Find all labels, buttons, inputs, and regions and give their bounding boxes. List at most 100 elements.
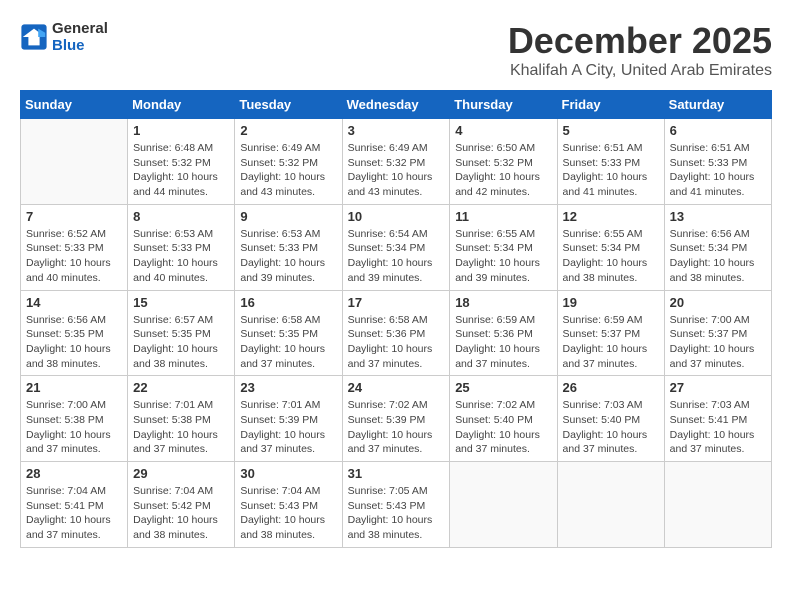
calendar-cell: 25 Sunrise: 7:02 AMSunset: 5:40 PMDayligh… bbox=[450, 376, 557, 462]
calendar-cell: 3Sunrise: 6:49 AMSunset: 5:32 PMDaylight… bbox=[342, 119, 450, 205]
day-info: Sunrise: 6:56 AMSunset: 5:34 PMDaylight:… bbox=[670, 227, 766, 286]
day-number: 12 bbox=[563, 209, 659, 224]
day-number: 31 bbox=[348, 466, 445, 481]
day-number: 17 bbox=[348, 295, 445, 310]
day-number: 2 bbox=[240, 123, 336, 138]
calendar-cell bbox=[450, 462, 557, 548]
calendar-cell: 20Sunrise: 7:00 AMSunset: 5:37 PMDayligh… bbox=[664, 290, 771, 376]
calendar-cell: 23 Sunrise: 7:01 AMSunset: 5:39 PMDayligh… bbox=[235, 376, 342, 462]
weekday-header-row: SundayMondayTuesdayWednesdayThursdayFrid… bbox=[21, 91, 772, 119]
day-number: 28 bbox=[26, 466, 122, 481]
day-info: Sunrise: 6:59 AMSunset: 5:37 PMDaylight:… bbox=[563, 313, 659, 372]
day-number: 30 bbox=[240, 466, 336, 481]
day-number: 24 bbox=[348, 380, 445, 395]
day-info: Sunrise: 7:01 AMSunset: 5:38 PMDaylight:… bbox=[133, 398, 229, 457]
week-row-2: 7 Sunrise: 6:52 AMSunset: 5:33 PMDaylight… bbox=[21, 204, 772, 290]
day-info: Sunrise: 6:54 AMSunset: 5:34 PMDaylight:… bbox=[348, 227, 445, 286]
day-info: Sunrise: 7:01 AMSunset: 5:39 PMDaylight:… bbox=[240, 398, 336, 457]
weekday-header-monday: Monday bbox=[128, 91, 235, 119]
day-number: 10 bbox=[348, 209, 445, 224]
weekday-header-friday: Friday bbox=[557, 91, 664, 119]
day-number: 15 bbox=[133, 295, 229, 310]
day-info: Sunrise: 6:51 AMSunset: 5:33 PMDaylight:… bbox=[563, 141, 659, 200]
week-row-5: 28Sunrise: 7:04 AMSunset: 5:41 PMDayligh… bbox=[21, 462, 772, 548]
weekday-header-thursday: Thursday bbox=[450, 91, 557, 119]
day-number: 29 bbox=[133, 466, 229, 481]
day-info: Sunrise: 6:51 AMSunset: 5:33 PMDaylight:… bbox=[670, 141, 766, 200]
day-info: Sunrise: 6:50 AMSunset: 5:32 PMDaylight:… bbox=[455, 141, 551, 200]
calendar-cell: 30 Sunrise: 7:04 AMSunset: 5:43 PMDayligh… bbox=[235, 462, 342, 548]
day-number: 25 bbox=[455, 380, 551, 395]
day-info: Sunrise: 7:04 AMSunset: 5:42 PMDaylight:… bbox=[133, 484, 229, 543]
day-info: Sunrise: 6:57 AMSunset: 5:35 PMDaylight:… bbox=[133, 313, 229, 372]
day-info: Sunrise: 6:55 AMSunset: 5:34 PMDaylight:… bbox=[455, 227, 551, 286]
logo-icon bbox=[20, 23, 48, 51]
day-info: Sunrise: 6:53 AMSunset: 5:33 PMDaylight:… bbox=[240, 227, 336, 286]
day-number: 1 bbox=[133, 123, 229, 138]
calendar-table: SundayMondayTuesdayWednesdayThursdayFrid… bbox=[20, 90, 772, 548]
day-info: Sunrise: 6:58 AMSunset: 5:35 PMDaylight:… bbox=[240, 313, 336, 372]
logo: General Blue bbox=[20, 20, 108, 54]
day-number: 7 bbox=[26, 209, 122, 224]
day-info: Sunrise: 6:55 AMSunset: 5:34 PMDaylight:… bbox=[563, 227, 659, 286]
calendar-cell: 8 Sunrise: 6:53 AMSunset: 5:33 PMDaylight… bbox=[128, 204, 235, 290]
day-info: Sunrise: 7:04 AMSunset: 5:43 PMDaylight:… bbox=[240, 484, 336, 543]
day-info: Sunrise: 7:02 AMSunset: 5:40 PMDaylight:… bbox=[455, 398, 551, 457]
calendar-cell: 6 Sunrise: 6:51 AMSunset: 5:33 PMDaylight… bbox=[664, 119, 771, 205]
title-section: December 2025 Khalifah A City, United Ar… bbox=[508, 20, 772, 80]
calendar-cell: 7 Sunrise: 6:52 AMSunset: 5:33 PMDaylight… bbox=[21, 204, 128, 290]
calendar-cell: 5 Sunrise: 6:51 AMSunset: 5:33 PMDaylight… bbox=[557, 119, 664, 205]
day-number: 14 bbox=[26, 295, 122, 310]
day-info: Sunrise: 7:03 AMSunset: 5:41 PMDaylight:… bbox=[670, 398, 766, 457]
calendar-cell: 22Sunrise: 7:01 AMSunset: 5:38 PMDayligh… bbox=[128, 376, 235, 462]
week-row-4: 21 Sunrise: 7:00 AMSunset: 5:38 PMDayligh… bbox=[21, 376, 772, 462]
calendar-cell: 2 Sunrise: 6:49 AMSunset: 5:32 PMDaylight… bbox=[235, 119, 342, 205]
day-number: 13 bbox=[670, 209, 766, 224]
day-info: Sunrise: 6:59 AMSunset: 5:36 PMDaylight:… bbox=[455, 313, 551, 372]
calendar-cell: 24 Sunrise: 7:02 AMSunset: 5:39 PMDayligh… bbox=[342, 376, 450, 462]
day-number: 21 bbox=[26, 380, 122, 395]
day-info: Sunrise: 6:49 AMSunset: 5:32 PMDaylight:… bbox=[240, 141, 336, 200]
day-info: Sunrise: 6:52 AMSunset: 5:33 PMDaylight:… bbox=[26, 227, 122, 286]
calendar-cell: 18 Sunrise: 6:59 AMSunset: 5:36 PMDayligh… bbox=[450, 290, 557, 376]
day-number: 16 bbox=[240, 295, 336, 310]
week-row-1: 1Sunrise: 6:48 AMSunset: 5:32 PMDaylight… bbox=[21, 119, 772, 205]
calendar-cell: 17 Sunrise: 6:58 AMSunset: 5:36 PMDayligh… bbox=[342, 290, 450, 376]
day-info: Sunrise: 7:00 AMSunset: 5:38 PMDaylight:… bbox=[26, 398, 122, 457]
calendar-cell: 29 Sunrise: 7:04 AMSunset: 5:42 PMDayligh… bbox=[128, 462, 235, 548]
day-number: 11 bbox=[455, 209, 551, 224]
day-info: Sunrise: 7:03 AMSunset: 5:40 PMDaylight:… bbox=[563, 398, 659, 457]
weekday-header-tuesday: Tuesday bbox=[235, 91, 342, 119]
calendar-cell: 27Sunrise: 7:03 AMSunset: 5:41 PMDayligh… bbox=[664, 376, 771, 462]
logo-text: General Blue bbox=[52, 20, 108, 54]
day-number: 5 bbox=[563, 123, 659, 138]
week-row-3: 14Sunrise: 6:56 AMSunset: 5:35 PMDayligh… bbox=[21, 290, 772, 376]
day-number: 19 bbox=[563, 295, 659, 310]
calendar-cell: 12 Sunrise: 6:55 AMSunset: 5:34 PMDayligh… bbox=[557, 204, 664, 290]
calendar-cell: 28Sunrise: 7:04 AMSunset: 5:41 PMDayligh… bbox=[21, 462, 128, 548]
day-number: 6 bbox=[670, 123, 766, 138]
day-info: Sunrise: 7:05 AMSunset: 5:43 PMDaylight:… bbox=[348, 484, 445, 543]
day-number: 26 bbox=[563, 380, 659, 395]
location-subtitle: Khalifah A City, United Arab Emirates bbox=[508, 62, 772, 80]
day-info: Sunrise: 6:58 AMSunset: 5:36 PMDaylight:… bbox=[348, 313, 445, 372]
day-number: 23 bbox=[240, 380, 336, 395]
day-info: Sunrise: 6:53 AMSunset: 5:33 PMDaylight:… bbox=[133, 227, 229, 286]
day-number: 3 bbox=[348, 123, 445, 138]
weekday-header-saturday: Saturday bbox=[664, 91, 771, 119]
calendar-cell bbox=[21, 119, 128, 205]
month-title: December 2025 bbox=[508, 20, 772, 62]
day-number: 20 bbox=[670, 295, 766, 310]
calendar-cell: 1Sunrise: 6:48 AMSunset: 5:32 PMDaylight… bbox=[128, 119, 235, 205]
calendar-cell bbox=[557, 462, 664, 548]
day-number: 9 bbox=[240, 209, 336, 224]
day-number: 8 bbox=[133, 209, 229, 224]
calendar-cell bbox=[664, 462, 771, 548]
calendar-cell: 4Sunrise: 6:50 AMSunset: 5:32 PMDaylight… bbox=[450, 119, 557, 205]
day-info: Sunrise: 7:02 AMSunset: 5:39 PMDaylight:… bbox=[348, 398, 445, 457]
calendar-cell: 11 Sunrise: 6:55 AMSunset: 5:34 PMDayligh… bbox=[450, 204, 557, 290]
calendar-cell: 15 Sunrise: 6:57 AMSunset: 5:35 PMDayligh… bbox=[128, 290, 235, 376]
weekday-header-wednesday: Wednesday bbox=[342, 91, 450, 119]
calendar-cell: 9 Sunrise: 6:53 AMSunset: 5:33 PMDaylight… bbox=[235, 204, 342, 290]
day-number: 18 bbox=[455, 295, 551, 310]
